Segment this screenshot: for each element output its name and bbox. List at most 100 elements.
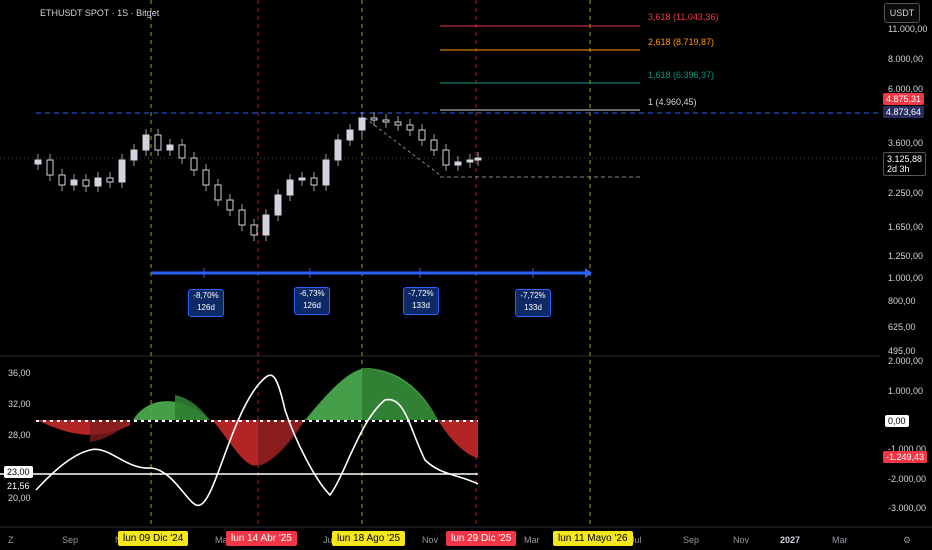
date-tag-3[interactable]: lun 18 Ago '25 — [332, 531, 406, 546]
trend-line[interactable] — [364, 117, 441, 176]
osc-left-tick: 36,00 — [8, 368, 31, 378]
month-tick: Sep — [62, 535, 79, 545]
month-tick: Mar — [524, 535, 540, 545]
candle-body — [214, 184, 222, 201]
candle-body — [358, 117, 366, 131]
month-tick: Sep — [683, 535, 700, 545]
candle-body — [454, 161, 462, 166]
month-tick: Nov — [733, 535, 750, 545]
vertical-event-lines — [150, 0, 591, 527]
candle-body — [262, 214, 270, 236]
period-pct: -7,72% — [408, 289, 434, 298]
osc-left-tick: 20,00 — [8, 493, 31, 503]
chart-canvas[interactable] — [0, 0, 932, 550]
osc-neg-tag: -1.249,43 — [883, 451, 928, 463]
candle-body — [226, 199, 234, 211]
period-pct: -6,73% — [299, 289, 325, 298]
candle-body — [94, 177, 102, 187]
period-days: 133d — [524, 303, 542, 312]
osc-tick: 2.000,00 — [888, 356, 924, 366]
candle-body — [430, 139, 438, 151]
candle-body — [322, 159, 330, 186]
candle-body — [334, 139, 342, 161]
currency-button[interactable]: USDT — [884, 3, 920, 23]
period-box-2[interactable]: -6,73% 126d — [294, 287, 330, 315]
candle-body — [418, 129, 426, 141]
period-days: 126d — [303, 301, 321, 310]
month-tick: Nov — [422, 535, 439, 545]
candle-body — [142, 134, 150, 151]
osc-left-tag-2: 21,56 — [4, 480, 33, 492]
osc-left-tick: 28,00 — [8, 430, 31, 440]
fib-label-3618: 3,618 (11.043,36) — [648, 12, 719, 22]
candle-body — [82, 179, 90, 187]
period-pct: -8,70% — [193, 291, 219, 300]
candle-body — [442, 149, 450, 166]
fib-label-2618: 2,618 (8.719,87) — [648, 37, 715, 47]
candle-body — [34, 159, 42, 165]
candle-body — [370, 117, 378, 121]
price-tag-high-2: 4.873,64 — [883, 106, 925, 118]
fib-label-1: 1 (4.960,45) — [648, 97, 697, 107]
osc-tick: 1.000,00 — [888, 386, 924, 396]
candle-body — [406, 124, 414, 131]
price-tick: 1.000,00 — [888, 273, 924, 283]
candle-body — [466, 159, 474, 163]
current-price-tag: 3.125,88 2d 3h — [883, 152, 927, 176]
settings-icon[interactable]: ⚙ — [903, 535, 911, 546]
osc-left-tick: 32,00 — [8, 399, 31, 409]
countdown-value: 2d 3h — [887, 164, 910, 174]
period-days: 133d — [412, 301, 430, 310]
date-tag-1[interactable]: lun 09 Dic '24 — [118, 531, 189, 546]
candle-body — [274, 194, 282, 216]
candle-body — [202, 169, 210, 186]
period-days: 126d — [197, 303, 215, 312]
price-tick: 3.600,00 — [888, 138, 924, 148]
price-tick: 2.250,00 — [888, 188, 924, 198]
candle-body — [298, 177, 306, 181]
candle-body — [474, 157, 482, 161]
scroll-left-icon[interactable]: Z — [8, 535, 14, 545]
price-tick: 1.650,00 — [888, 222, 924, 232]
period-pct: -7,72% — [520, 291, 546, 300]
date-tag-2[interactable]: lun 14 Abr '25 — [226, 531, 297, 546]
candle-body — [166, 144, 174, 151]
period-box-3[interactable]: -7,72% 133d — [403, 287, 439, 315]
fib-lines[interactable] — [440, 25, 640, 111]
period-box-1[interactable]: -8,70% 126d — [188, 289, 224, 317]
candle-body — [238, 209, 246, 226]
symbol-title[interactable]: ETHUSDT SPOT · 1S · Bitget — [40, 8, 159, 18]
current-price-value: 3.125,88 — [887, 154, 923, 164]
candle-body — [154, 134, 162, 151]
candle-body — [118, 159, 126, 183]
osc-zero-tag: 0,00 — [885, 415, 909, 427]
candle-body — [70, 179, 78, 186]
osc-tick: -2.000,00 — [888, 474, 927, 484]
candle-body — [106, 177, 114, 183]
candle-body — [346, 129, 354, 141]
osc-tick: -3.000,00 — [888, 503, 927, 513]
candle-body — [382, 119, 390, 123]
candle-body — [130, 149, 138, 161]
candle-body — [394, 121, 402, 126]
price-tick: 11.000,00 — [888, 24, 928, 34]
price-tag-high-1: 4.875,31 — [883, 93, 925, 105]
candle-body — [46, 159, 54, 176]
time-range-arrow[interactable] — [151, 268, 592, 278]
candle-body — [286, 179, 294, 196]
osc-left-tag-1: 23,00 — [4, 466, 33, 478]
candle-body — [178, 144, 186, 159]
oscillator-histogram — [36, 368, 478, 466]
period-box-4[interactable]: -7,72% 133d — [515, 289, 551, 317]
candle-body — [310, 177, 318, 186]
price-tick: 625,00 — [888, 322, 916, 332]
date-tag-4[interactable]: lun 29 Dic '25 — [446, 531, 517, 546]
price-tick: 800,00 — [888, 296, 916, 306]
fib-label-1618: 1,618 (6.396,37) — [648, 70, 715, 80]
price-tick: 495,00 — [888, 346, 916, 356]
year-tick: 2027 — [780, 535, 801, 545]
candle-body — [58, 174, 66, 186]
date-tag-5[interactable]: lun 11 Mayo '26 — [553, 531, 633, 546]
candle-body — [190, 157, 198, 171]
month-tick: Mar — [832, 535, 848, 545]
